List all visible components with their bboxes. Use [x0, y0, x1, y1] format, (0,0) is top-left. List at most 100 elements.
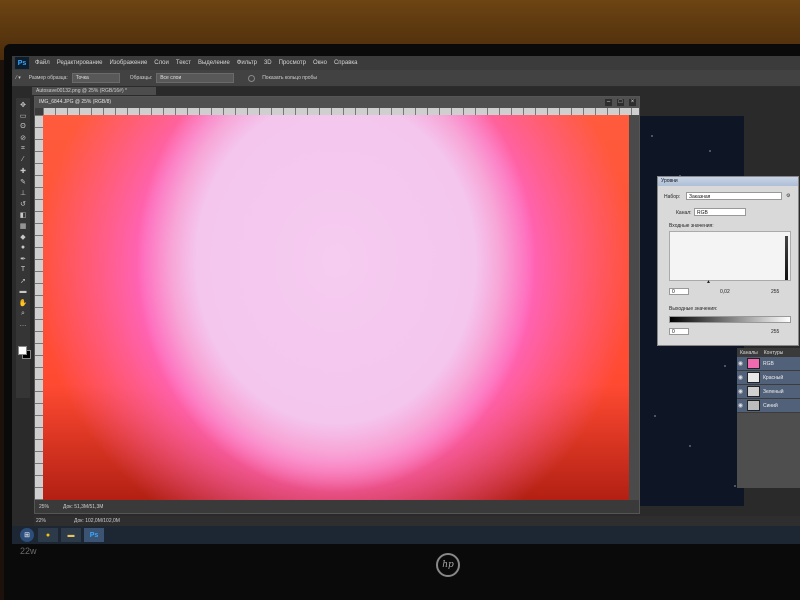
- tab-paths[interactable]: Контуры: [761, 350, 787, 356]
- quick-select-tool-icon[interactable]: ⊘: [18, 133, 28, 142]
- show-ring-checkbox[interactable]: [248, 74, 256, 82]
- more-tools-icon[interactable]: …: [18, 320, 28, 329]
- marquee-tool-icon[interactable]: ▭: [18, 111, 28, 120]
- channel-thumbnail: [747, 400, 760, 411]
- channel-label: Канал:: [676, 210, 692, 216]
- zoom-tool-icon[interactable]: ⌕: [18, 309, 28, 318]
- channel-name: Синий: [763, 402, 778, 409]
- channel-thumbnail: [747, 372, 760, 383]
- menu-edit[interactable]: Редактирование: [57, 60, 103, 66]
- menu-window[interactable]: Окно: [313, 60, 327, 66]
- channel-thumbnail: [747, 386, 760, 397]
- start-button-icon[interactable]: ⊞: [20, 528, 34, 542]
- vertical-scrollbar[interactable]: [629, 115, 639, 500]
- input-white-field[interactable]: 255: [771, 289, 779, 295]
- output-white-field[interactable]: 255: [771, 329, 779, 335]
- channel-name: RGB: [763, 360, 774, 367]
- taskbar: ⊞ ● ▬ Ps: [12, 526, 800, 544]
- gradient-tool-icon[interactable]: ▦: [18, 221, 28, 230]
- input-black-field[interactable]: 0: [669, 288, 689, 295]
- output-gradient-bar[interactable]: [669, 316, 791, 323]
- app-doc-size: Док: 102,0M/102,0M: [74, 518, 120, 524]
- levels-panel: Уровни Набор: Заказная ⚙ Канал: RGB Вход…: [657, 176, 799, 346]
- menu-layers[interactable]: Слои: [154, 60, 169, 66]
- channels-tabs: Каналы Контуры: [737, 348, 800, 357]
- type-tool-icon[interactable]: T: [18, 265, 28, 274]
- photoshop-logo: Ps: [15, 57, 29, 69]
- sample-size-select[interactable]: Точка: [71, 73, 120, 83]
- menu-select[interactable]: Выделение: [198, 60, 230, 66]
- file-explorer-icon[interactable]: ▬: [61, 528, 81, 542]
- move-tool-icon[interactable]: ✥: [18, 100, 28, 109]
- input-levels-label: Входные значения:: [669, 223, 714, 229]
- eyedropper-tool-icon[interactable]: ⁄: [18, 155, 28, 164]
- panel-menu-icon[interactable]: ⚙: [786, 193, 790, 199]
- hand-tool-icon[interactable]: ✋: [18, 298, 28, 307]
- tools-panel: ✥ ▭ ʘ ⊘ ⌗ ⁄ ✚ ✎ ⊥ ↺ ◧ ▦ ◆ ● ✒ T ➚ ▬ ✋ ⌕ …: [16, 98, 31, 398]
- show-ring-label: Показать кольцо пробы: [262, 75, 317, 81]
- eye-icon[interactable]: ◉: [737, 360, 744, 367]
- channel-name: Красный: [763, 374, 784, 381]
- doc-zoom[interactable]: 25%: [39, 504, 49, 510]
- eye-icon[interactable]: ◉: [737, 374, 744, 381]
- output-black-field[interactable]: 0: [669, 328, 689, 335]
- channels-panel: Каналы Контуры ◉ RGB ◉ Красный ◉ Зеленый…: [737, 348, 800, 488]
- horizontal-ruler: [43, 108, 639, 115]
- channel-row-rgb[interactable]: ◉ RGB: [737, 357, 800, 371]
- menu-3d[interactable]: 3D: [264, 60, 272, 66]
- healing-tool-icon[interactable]: ✚: [18, 166, 28, 175]
- document-status-bar: 25% Док: 51,3M/51,3M: [35, 500, 639, 513]
- path-select-icon[interactable]: ➚: [18, 276, 28, 285]
- channel-name: Зеленый: [763, 388, 784, 395]
- preset-label: Набор:: [664, 194, 681, 200]
- menu-bar: Ps Файл Редактирование Изображение Слои …: [12, 56, 800, 70]
- menu-help[interactable]: Справка: [334, 60, 358, 66]
- eyedropper-icon[interactable]: ⁄ ▾: [16, 75, 21, 81]
- pen-tool-icon[interactable]: ✒: [18, 254, 28, 263]
- document-title: IMG_6844.JPG @ 25% (RGB/8): [35, 97, 639, 108]
- blur-tool-icon[interactable]: ◆: [18, 232, 28, 241]
- samples-select[interactable]: Все слои: [156, 73, 235, 83]
- minimize-button[interactable]: –: [605, 99, 612, 106]
- lasso-tool-icon[interactable]: ʘ: [18, 122, 28, 131]
- background-doc-tab[interactable]: Autosave00132.png @ 25% (RGB/16#) *: [32, 87, 156, 95]
- tab-channels[interactable]: Каналы: [737, 350, 761, 356]
- close-button[interactable]: ×: [629, 99, 636, 106]
- eraser-tool-icon[interactable]: ◧: [18, 210, 28, 219]
- preset-select[interactable]: Заказная: [686, 192, 782, 200]
- image-canvas[interactable]: [43, 115, 629, 500]
- menu-image[interactable]: Изображение: [109, 60, 147, 66]
- dodge-tool-icon[interactable]: ●: [18, 243, 28, 252]
- menu-filter[interactable]: Фильтр: [237, 60, 257, 66]
- menu-view[interactable]: Просмотр: [279, 60, 306, 66]
- chrome-icon[interactable]: ●: [38, 528, 58, 542]
- crop-tool-icon[interactable]: ⌗: [18, 144, 28, 153]
- brush-tool-icon[interactable]: ✎: [18, 177, 28, 186]
- menu-file[interactable]: Файл: [35, 60, 50, 66]
- sample-size-label: Размер образца:: [28, 75, 68, 81]
- output-levels-label: Выходные значения:: [669, 306, 718, 312]
- eye-icon[interactable]: ◉: [737, 402, 744, 409]
- photoshop-taskbar-icon[interactable]: Ps: [84, 528, 104, 542]
- channel-row-blue[interactable]: ◉ Синий: [737, 399, 800, 413]
- app-zoom[interactable]: 22%: [36, 518, 46, 524]
- channel-row-green[interactable]: ◉ Зеленый: [737, 385, 800, 399]
- menu-type[interactable]: Текст: [176, 60, 191, 66]
- hp-logo: hp: [436, 553, 460, 577]
- histogram-spike: [785, 236, 788, 280]
- doc-size: Док: 51,3M/51,3M: [63, 503, 104, 510]
- samples-label: Образцы:: [129, 75, 153, 81]
- input-mid-field[interactable]: 0,02: [720, 289, 730, 295]
- midtone-slider-icon[interactable]: ▲: [706, 279, 711, 285]
- histogram: [669, 231, 791, 281]
- stamp-tool-icon[interactable]: ⊥: [18, 188, 28, 197]
- channel-select[interactable]: RGB: [694, 208, 746, 216]
- eye-icon[interactable]: ◉: [737, 388, 744, 395]
- channel-row-red[interactable]: ◉ Красный: [737, 371, 800, 385]
- channel-thumbnail: [747, 358, 760, 369]
- history-brush-icon[interactable]: ↺: [18, 199, 28, 208]
- foreground-color-swatch[interactable]: [18, 346, 27, 355]
- shape-tool-icon[interactable]: ▬: [18, 287, 28, 296]
- options-bar: ⁄ ▾ Размер образца: Точка Образцы: Все с…: [12, 70, 800, 87]
- maximize-button[interactable]: □: [617, 99, 624, 106]
